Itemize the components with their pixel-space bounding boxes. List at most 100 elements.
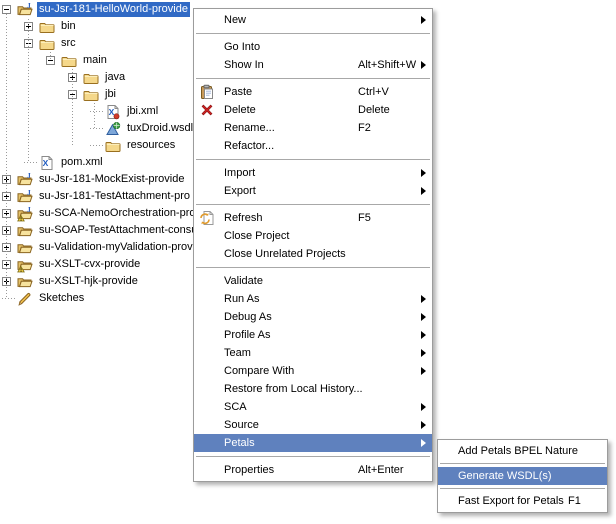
svg-text:J: J [27, 172, 31, 180]
svg-text:X: X [109, 107, 115, 117]
menu-item-label: SCA [224, 401, 247, 413]
java-project-icon: J [17, 189, 33, 205]
menu-item-label: Source [224, 419, 259, 431]
folder-icon [83, 87, 99, 103]
java-project-warning-icon: J [17, 206, 33, 222]
tree-connector [24, 154, 39, 171]
menu-item-validate[interactable]: Validate [194, 272, 432, 290]
menu-item-label: Delete [224, 104, 256, 116]
menu-shortcut: Ctrl+V [358, 86, 389, 98]
menu-item-label: Export [224, 185, 256, 197]
delete-icon [199, 102, 215, 118]
menu-shortcut: F5 [358, 212, 371, 224]
java-project-icon: J [17, 2, 33, 18]
submenu-arrow-icon [421, 187, 426, 195]
menu-item-label: Paste [224, 86, 252, 98]
project-icon [17, 274, 33, 290]
svg-text:X: X [43, 158, 49, 168]
tree-guide [50, 52, 51, 61]
submenu-arrow-icon [421, 313, 426, 321]
menu-item-debug-as[interactable]: Debug As [194, 308, 432, 326]
tree-toggle-minus-icon[interactable] [2, 5, 11, 14]
menu-separator [196, 159, 430, 160]
menu-item-label: Restore from Local History... [224, 383, 363, 395]
menu-shortcut: Delete [358, 104, 390, 116]
menu-item-refactor[interactable]: Refactor... [194, 137, 432, 155]
submenu-arrow-icon [421, 349, 426, 357]
submenu-arrow-icon [421, 421, 426, 429]
menu-item-show-in[interactable]: Show In Alt+Shift+W [194, 56, 432, 74]
menu-item-label: Close Project [224, 230, 289, 242]
menu-item-paste[interactable]: Paste Ctrl+V [194, 83, 432, 101]
tree-item-label: pom.xml [59, 155, 105, 170]
menu-item-add-petals-bpel-nature[interactable]: Add Petals BPEL Nature [438, 442, 607, 460]
menu-separator [196, 33, 430, 34]
menu-item-label: Refresh [224, 212, 263, 224]
tree-item-label: su-Validation-myValidation-prov [37, 240, 195, 255]
menu-item-compare-with[interactable]: Compare With [194, 362, 432, 380]
menu-item-label: Compare With [224, 365, 294, 377]
menu-item-export[interactable]: Export [194, 182, 432, 200]
project-context-menu: New Go Into Show In Alt+Shift+W Paste Ctrl+V D… [193, 8, 433, 482]
menu-item-label: Show In [224, 59, 264, 71]
menu-item-team[interactable]: Team [194, 344, 432, 362]
menu-separator [196, 456, 430, 457]
svg-text:J: J [27, 2, 31, 10]
menu-shortcut: F1 [568, 495, 581, 507]
tree-connector [90, 103, 105, 120]
submenu-arrow-icon [421, 16, 426, 24]
submenu-arrow-icon [421, 61, 426, 69]
menu-item-close-project[interactable]: Close Project [194, 227, 432, 245]
xml-icon: X [39, 155, 55, 171]
svg-text:J: J [27, 189, 31, 197]
tree-item-label: su-Jsr-181-TestAttachment-pro [37, 189, 192, 204]
menu-item-label: Run As [224, 293, 259, 305]
wsdl-icon [105, 121, 121, 137]
menu-item-restore-from-local-history[interactable]: Restore from Local History... [194, 380, 432, 398]
menu-item-close-unrelated-projects[interactable]: Close Unrelated Projects [194, 245, 432, 263]
tree-item-label: resources [125, 138, 177, 153]
pencil-icon [17, 291, 33, 307]
tree-item-label: su-SOAP-TestAttachment-consu [37, 223, 199, 238]
paste-icon [199, 84, 215, 100]
menu-shortcut: Alt+Shift+W [358, 59, 416, 71]
submenu-arrow-icon [421, 295, 426, 303]
menu-item-petals[interactable]: Petals [194, 434, 432, 452]
menu-item-rename[interactable]: Rename...F2 [194, 119, 432, 137]
menu-item-import[interactable]: Import [194, 164, 432, 182]
menu-item-new[interactable]: New [194, 11, 432, 29]
menu-item-generate-wsdl-s[interactable]: Generate WSDL(s) [438, 467, 607, 485]
eclipse-project-explorer-screen: Jsu-Jsr-181-HelloWorld-providebinsrcmain… [0, 0, 616, 524]
menu-item-delete[interactable]: Delete Delete [194, 101, 432, 119]
menu-item-label: Validate [224, 275, 263, 287]
folder-icon [61, 53, 77, 69]
menu-item-properties[interactable]: PropertiesAlt+Enter [194, 461, 432, 479]
menu-separator [196, 78, 430, 79]
menu-item-refresh[interactable]: Refresh F5 [194, 209, 432, 227]
menu-item-profile-as[interactable]: Profile As [194, 326, 432, 344]
java-project-icon: J [17, 172, 33, 188]
tree-item-label: su-SCA-NemoOrchestration-pro [37, 206, 198, 221]
menu-shortcut: Alt+Enter [358, 464, 404, 476]
menu-item-fast-export-for-petals[interactable]: Fast Export for PetalsF1 [438, 492, 607, 510]
refresh-icon [199, 210, 215, 226]
menu-item-sca[interactable]: SCA [194, 398, 432, 416]
menu-item-label: Refactor... [224, 140, 274, 152]
project-icon [17, 240, 33, 256]
menu-item-source[interactable]: Source [194, 416, 432, 434]
tree-item-label: main [81, 53, 109, 68]
menu-item-label: Debug As [224, 311, 272, 323]
menu-item-go-into[interactable]: Go Into [194, 38, 432, 56]
submenu-arrow-icon [421, 169, 426, 177]
menu-item-label: Close Unrelated Projects [224, 248, 346, 260]
menu-item-run-as[interactable]: Run As [194, 290, 432, 308]
tree-item-label: su-Jsr-181-MockExist-provide [37, 172, 186, 187]
tree-item-label: su-XSLT-cvx-provide [37, 257, 142, 272]
tree-guide [28, 19, 29, 163]
tree-item-label: jbi [103, 87, 118, 102]
menu-separator [440, 488, 605, 489]
menu-item-label: Add Petals BPEL Nature [458, 445, 578, 457]
xml-error-icon: X [105, 104, 121, 120]
tree-item-label: jbi.xml [125, 104, 160, 119]
project-icon [17, 223, 33, 239]
